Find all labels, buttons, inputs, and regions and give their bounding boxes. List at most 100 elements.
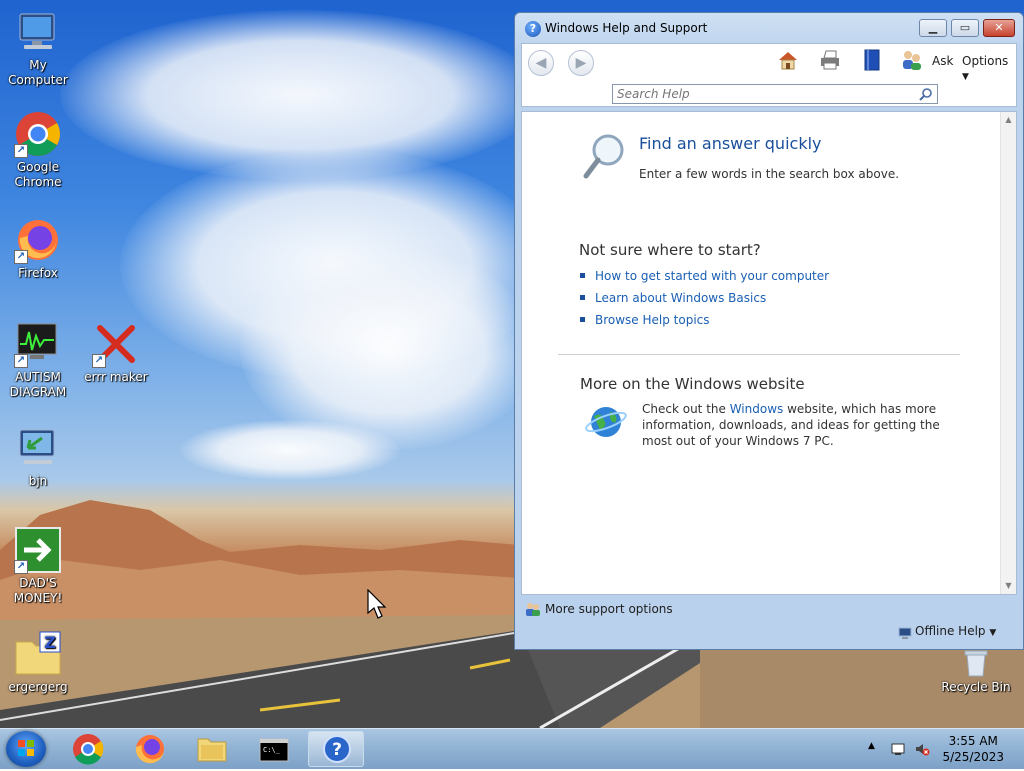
taskbar-item-cmd[interactable]: C:\_ — [246, 731, 302, 767]
list-item: Browse Help topics — [580, 313, 829, 335]
desktop-icon-firefox[interactable]: ↗ Firefox — [0, 216, 76, 281]
chevron-down-icon: ▼ — [989, 628, 997, 638]
computer-arrow-icon — [14, 424, 62, 472]
toolbar: ◀ ▶ Ask Options ▼ — [521, 43, 1017, 107]
desktop-icon-label: Google Chrome — [14, 160, 62, 189]
book-icon[interactable] — [860, 48, 884, 72]
link-windows-basics[interactable]: Learn about Windows Basics — [595, 291, 766, 305]
clock-time: 3:55 AM — [948, 734, 998, 748]
offline-help-button[interactable]: Offline Help ▼ — [915, 624, 996, 638]
scroll-up-icon[interactable]: ▲ — [1001, 112, 1016, 128]
desktop-icon-autism-diagram[interactable]: ↗ AUTISM DIAGRAM — [0, 320, 76, 400]
footer-bar: More support options Offline Help ▼ — [521, 597, 1017, 647]
title-bar[interactable]: ? Windows Help and Support ▁ ▭ ✕ — [515, 13, 1023, 43]
chrome-icon — [73, 734, 104, 765]
desktop-icon-google-chrome[interactable]: ↗ Google Chrome — [0, 110, 76, 190]
start-heading: Not sure where to start? — [579, 241, 761, 259]
scroll-down-icon[interactable]: ▼ — [1001, 578, 1016, 594]
shortcut-arrow-icon: ↗ — [14, 144, 28, 158]
computer-icon — [14, 8, 62, 56]
search-input[interactable] — [615, 86, 915, 102]
taskbar: C:\_ ? ▲ 3:55 AM 5/25/2023 — [0, 728, 1024, 769]
divider — [558, 354, 960, 355]
shortcut-arrow-icon: ↗ — [14, 560, 28, 574]
clock-date: 5/25/2023 — [942, 750, 1004, 764]
link-get-started[interactable]: How to get started with your computer — [595, 269, 829, 283]
home-icon[interactable] — [776, 48, 800, 72]
svg-text:C:\_: C:\_ — [263, 746, 281, 754]
window-title: Windows Help and Support — [545, 21, 708, 35]
taskbar-item-firefox[interactable] — [122, 731, 178, 767]
red-x-icon: ↗ — [92, 320, 140, 368]
recycle-bin-icon — [960, 646, 992, 678]
bullet-icon — [580, 273, 585, 278]
volume-muted-icon[interactable] — [914, 741, 930, 757]
desktop-icon-label: errr maker — [84, 370, 148, 384]
web-heading: More on the Windows website — [580, 375, 805, 393]
offline-help-label: Offline Help — [915, 624, 986, 638]
desktop-icon-label: AUTISM DIAGRAM — [9, 370, 67, 399]
minimize-button[interactable]: ▁ — [919, 19, 947, 37]
forward-arrow-icon[interactable]: ▶ — [568, 50, 594, 76]
web-text-before: Check out the — [642, 402, 730, 416]
chevron-down-icon: ▼ — [962, 72, 969, 82]
monitor-graph-icon: ↗ — [14, 320, 62, 368]
maximize-button[interactable]: ▭ — [951, 19, 979, 37]
desktop-icon-ergergerg[interactable]: Z ergergerg — [0, 630, 76, 695]
start-links-list: How to get started with your computer Le… — [580, 269, 829, 335]
vertical-scrollbar[interactable]: ▲ ▼ — [1000, 112, 1016, 594]
chrome-icon: ↗ — [14, 110, 62, 158]
svg-text:Z: Z — [44, 633, 56, 652]
people-icon — [525, 601, 541, 617]
taskbar-item-help[interactable]: ? — [308, 731, 364, 767]
desktop-icon-dads-money[interactable]: ↗ DAD'S MONEY! — [0, 526, 76, 606]
desktop-icon-label: Recycle Bin — [941, 680, 1011, 694]
desktop-icon-errr-maker[interactable]: ↗ errr maker — [78, 320, 154, 385]
shortcut-arrow-icon: ↗ — [14, 354, 28, 368]
help-question-icon: ? — [525, 21, 541, 37]
folder-zip-icon: Z — [14, 630, 62, 678]
magnifier-icon — [582, 132, 626, 182]
bullet-icon — [580, 295, 585, 300]
search-icon[interactable] — [919, 87, 933, 101]
globe-icon — [584, 404, 628, 440]
taskbar-item-explorer[interactable] — [184, 731, 240, 767]
link-browse-help-topics[interactable]: Browse Help topics — [595, 313, 710, 327]
shortcut-arrow-icon: ↗ — [14, 250, 28, 264]
more-support-options-button[interactable]: More support options — [545, 602, 673, 616]
taskbar-item-chrome[interactable] — [60, 731, 116, 767]
options-label: Options — [962, 54, 1009, 68]
desktop-icon-label: DAD'S MONEY! — [13, 576, 63, 605]
show-hidden-icons-icon[interactable]: ▲ — [868, 741, 884, 757]
shortcut-arrow-icon: ↗ — [92, 354, 106, 368]
desktop-icon-bjn[interactable]: bjn — [0, 424, 76, 489]
desktop-icon-my-computer[interactable]: My Computer — [0, 8, 76, 88]
mouse-cursor-icon — [367, 588, 387, 621]
options-button[interactable]: Options ▼ — [962, 54, 1016, 82]
back-arrow-icon[interactable]: ◀ — [528, 50, 554, 76]
desktop-icon-label: My Computer — [8, 58, 68, 87]
start-button[interactable] — [6, 731, 46, 767]
printer-icon[interactable] — [818, 48, 842, 72]
link-windows-website[interactable]: Windows — [730, 402, 784, 416]
action-center-icon[interactable] — [890, 741, 906, 757]
bullet-icon — [580, 317, 585, 322]
green-arrow-icon: ↗ — [14, 526, 62, 574]
find-answer-heading: Find an answer quickly — [639, 134, 822, 153]
help-question-icon: ? — [323, 735, 351, 763]
windows-logo-icon — [18, 740, 34, 756]
people-icon[interactable] — [900, 48, 924, 72]
help-content-pane: Find an answer quickly Enter a few words… — [521, 111, 1017, 595]
folder-icon — [197, 738, 227, 762]
desktop-icon-recycle-bin[interactable]: Recycle Bin — [938, 646, 1014, 695]
list-item: How to get started with your computer — [580, 269, 829, 291]
desktop-icon-label: bjn — [28, 474, 48, 488]
command-prompt-icon: C:\_ — [259, 738, 289, 762]
ask-button[interactable]: Ask — [932, 54, 953, 68]
svg-text:?: ? — [332, 740, 342, 760]
clock[interactable]: 3:55 AM 5/25/2023 — [942, 733, 1004, 765]
web-text: Check out the Windows website, which has… — [642, 401, 942, 449]
list-item: Learn about Windows Basics — [580, 291, 829, 313]
close-button[interactable]: ✕ — [983, 19, 1015, 37]
help-window: ? Windows Help and Support ▁ ▭ ✕ ◀ ▶ Ask… — [514, 12, 1024, 650]
